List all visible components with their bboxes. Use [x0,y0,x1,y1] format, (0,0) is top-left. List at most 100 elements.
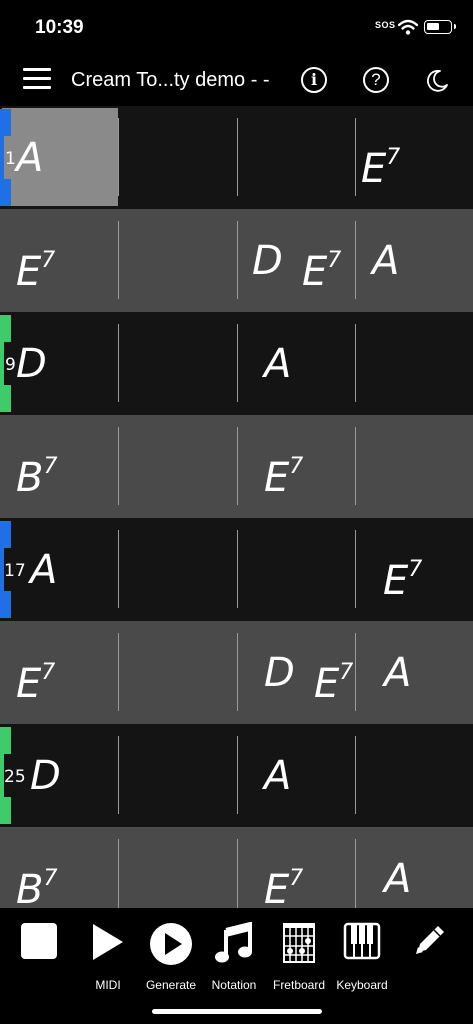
bar-divider [355,324,356,402]
chord-row[interactable]: 25 D A [0,724,473,827]
battery-icon [424,20,456,34]
bar-divider [237,221,238,299]
app-header: Cream To...ty demo - - i ? [0,56,473,106]
bar-divider [355,530,356,608]
chord-symbol[interactable]: E7 [264,443,303,502]
chord-root: D [30,753,61,799]
page-title: Cream To...ty demo - - [71,69,270,91]
keyboard-label: Keyboard [336,978,388,992]
bar-divider [118,736,119,814]
chord-symbol[interactable]: B7 [16,443,57,502]
chord-symbol[interactable]: E7 [264,855,303,914]
bottom-toolbar: MIDI Generate Notation Fretboard Keyboar… [0,908,473,1024]
chord-row[interactable]: 9D A [0,312,473,415]
bar-divider [355,736,356,814]
notation-label: Notation [211,978,257,992]
chord-extension: 7 [43,454,58,479]
bar-divider [355,633,356,711]
chord-root: E [302,249,328,295]
fretboard-label: Fretboard [272,978,326,992]
chord-row[interactable]: 17 A E7 [0,518,473,621]
chord-root: A [264,341,292,387]
fretboard-button[interactable]: Fretboard [264,918,334,998]
chord-symbol[interactable]: A [384,649,411,697]
moon-icon[interactable] [424,68,450,94]
chord-root: B [16,867,44,913]
generate-button[interactable]: Generate [136,918,206,998]
chord-root: D [16,341,47,387]
chord-grid[interactable]: 1 A E7 E7 D E7 A 9 D A B7 E7 17 A E7 E7 D E7 A 25 D A B7 E7 A [0,106,473,930]
chord-symbol[interactable]: D [16,340,47,388]
chord-symbol[interactable]: E7 [302,237,341,296]
chord-root: A [30,547,58,593]
chord-root: A [384,650,412,696]
hamburger-menu-icon[interactable] [23,68,51,90]
bar-divider [118,118,119,196]
chord-extension: 7 [289,454,304,479]
chord-symbol[interactable]: A [372,237,399,285]
bar-divider [118,839,119,917]
pencil-icon [416,926,444,954]
chord-symbol[interactable]: E7 [361,134,400,193]
chord-symbol[interactable]: B7 [16,855,57,914]
bar-number: 9 [5,355,16,375]
chord-symbol[interactable]: D [264,649,295,697]
bar-divider [237,118,238,196]
chord-symbol[interactable]: D [252,237,283,285]
play-circle-icon [150,923,192,965]
chord-row[interactable]: E7 D E7 A [0,621,473,724]
chord-root: E [264,867,290,913]
chord-root: E [16,661,42,707]
bar-divider [237,427,238,505]
chord-row[interactable]: 1 A E7 [0,106,473,209]
bar-divider [118,221,119,299]
bar-divider [237,530,238,608]
chord-symbol[interactable]: E7 [383,546,422,605]
chord-symbol[interactable]: A [30,546,57,594]
status-time: 10:39 [35,17,84,38]
chord-root: D [252,238,283,284]
chord-symbol[interactable]: A [384,855,411,903]
chord-extension: 7 [41,660,56,685]
midi-label: MIDI [95,978,121,992]
chord-root: E [361,146,387,192]
bar-divider [355,839,356,917]
chord-extension: 7 [41,248,56,273]
fretboard-icon [283,923,315,963]
edit-button[interactable] [395,918,465,998]
bar-divider [118,427,119,505]
bar-number: 17 [4,561,26,581]
bar-divider [237,324,238,402]
bar-divider [118,324,119,402]
chord-root: E [383,558,409,604]
help-icon[interactable]: ? [363,67,389,93]
chord-root: E [314,661,340,707]
chord-extension: 7 [386,145,401,170]
keyboard-button[interactable]: Keyboard [327,918,397,998]
sos-indicator: SOS [375,20,396,30]
chord-symbol[interactable]: A [264,752,291,800]
chord-root: D [264,650,295,696]
bar-divider [118,633,119,711]
chord-symbol[interactable]: D [30,752,61,800]
chord-extension: 7 [327,248,342,273]
chord-row[interactable]: E7 D E7 A [0,209,473,312]
chord-root: A [264,753,292,799]
bar-number: 1 [5,149,16,169]
chord-symbol[interactable]: A [16,134,43,182]
chord-symbol[interactable]: E7 [314,649,353,708]
chord-symbol[interactable]: A [264,340,291,388]
midi-button[interactable]: MIDI [73,918,143,998]
stop-button[interactable] [4,918,74,998]
home-indicator [152,1009,322,1014]
chord-root: A [16,135,44,181]
bar-divider [118,530,119,608]
chord-extension: 7 [408,557,423,582]
chord-row[interactable]: B7 E7 [0,415,473,518]
chord-symbol[interactable]: E7 [16,649,55,708]
chord-symbol[interactable]: E7 [16,237,55,296]
stop-icon [21,923,57,959]
status-bar: 10:39 SOS [0,0,473,56]
notation-button[interactable]: Notation [199,918,269,998]
info-icon[interactable]: i [301,67,327,93]
